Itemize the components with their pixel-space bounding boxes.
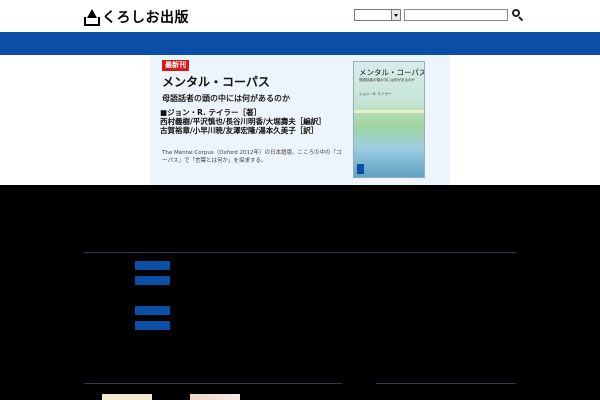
- book-thumbnail[interactable]: [102, 394, 152, 400]
- book-cover-band: [354, 110, 424, 113]
- search-icon[interactable]: [512, 9, 524, 22]
- news-item: [92, 260, 173, 271]
- news-item: [92, 275, 173, 286]
- logo-icon: [84, 8, 100, 26]
- book-cover[interactable]: メンタル・コーパス 母語話者の頭の中には何があるのか ジョン・R. テイラー: [353, 61, 425, 178]
- featured-authors: ■ジョン・R. テイラー［著］ 西村義樹/平沢慎也/長谷川明香/大堀壽夫［編訳］…: [160, 108, 326, 135]
- publisher-mark-icon: [357, 164, 364, 174]
- news-item: [92, 290, 135, 301]
- search-bar: [354, 9, 524, 22]
- site-header: くろしお出版: [0, 0, 600, 32]
- news-category-tag: [135, 306, 170, 315]
- news-item: [92, 320, 173, 331]
- news-category-tag: [135, 321, 170, 330]
- chevron-down-icon[interactable]: [392, 9, 401, 21]
- featured-description: The Mental Corpus（Oxford 2012年）の日本語版。こころ…: [162, 150, 342, 164]
- book-cover-title: メンタル・コーパス: [359, 68, 425, 77]
- book-cover-subtitle: 母語話者の頭の中には何があるのか: [359, 78, 415, 82]
- search-input[interactable]: [404, 9, 508, 21]
- main-nav: [0, 32, 600, 55]
- author-line: 西村義樹/平沢慎也/長谷川明香/大堀壽夫［編訳］: [160, 117, 326, 126]
- author-line: ■ジョン・R. テイラー［著］: [160, 108, 261, 117]
- logo-text: くろしお出版: [102, 10, 189, 26]
- new-release-badge: 最新刊: [162, 60, 189, 71]
- section-divider-right: [376, 383, 516, 384]
- featured-subtitle: 母語話者の頭の中には何があるのか: [162, 94, 290, 103]
- news-category-tag: [135, 276, 170, 285]
- news-divider: [84, 252, 516, 253]
- author-line: 古賀裕章/小早川暁/友澤宏隆/湯本久美子［訳］: [160, 126, 319, 135]
- featured-title[interactable]: メンタル・コーパス: [162, 73, 270, 90]
- site-logo[interactable]: くろしお出版: [84, 6, 189, 28]
- book-thumbnail[interactable]: [190, 394, 240, 400]
- book-cover-author: ジョン・R. テイラー: [359, 92, 392, 96]
- search-scope-select[interactable]: [354, 9, 392, 21]
- news-category-tag: [135, 261, 170, 270]
- news-item: [92, 305, 173, 316]
- section-divider-left: [84, 383, 342, 384]
